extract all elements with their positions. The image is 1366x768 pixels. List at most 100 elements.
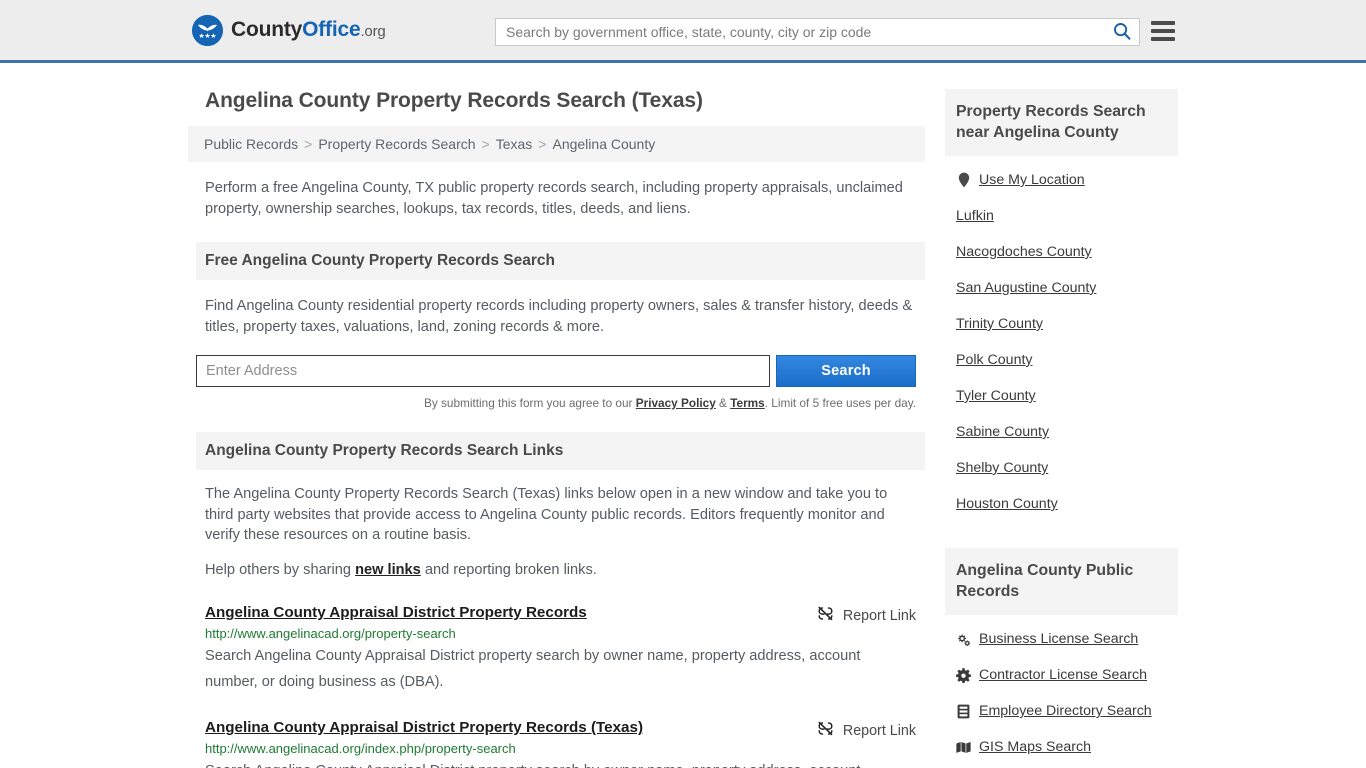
sidebar-item-polk-county[interactable]: Polk County (945, 342, 1178, 378)
free-search-description: Find Angelina County residential propert… (205, 298, 913, 335)
gear-icon (956, 667, 971, 683)
result-url[interactable]: http://www.angelinacad.org/property-sear… (205, 626, 916, 641)
global-search-bar[interactable] (495, 18, 1140, 46)
result-title-link[interactable]: Angelina County Appraisal District Prope… (205, 604, 805, 621)
site-logo[interactable]: CountyOffice.org (192, 14, 386, 46)
logo-word-office: Office (302, 18, 361, 41)
search-input[interactable] (496, 19, 1105, 45)
result-url[interactable]: http://www.angelinacad.org/index.php/pro… (205, 741, 916, 756)
privacy-policy-link[interactable]: Privacy Policy (636, 396, 716, 410)
free-search-section-header: Free Angelina County Property Records Se… (196, 242, 925, 280)
site-header: CountyOffice.org (0, 0, 1366, 63)
content-container: Angelina County Property Records Search … (188, 63, 1178, 768)
hamburger-bar (1151, 37, 1175, 41)
sidebar-item-shelby-county[interactable]: Shelby County (945, 450, 1178, 486)
sidebar-item-tyler-county[interactable]: Tyler County (945, 378, 1178, 414)
map-icon (956, 739, 971, 755)
sidebar-link[interactable]: Shelby County (956, 460, 1048, 476)
sidebar-link[interactable]: Houston County (956, 496, 1058, 512)
sidebar-public-records-box: Angelina County Public Records Business … (945, 548, 1178, 765)
sidebar-item-houston-county[interactable]: Houston County (945, 486, 1178, 522)
sidebar-item-employee-directory-search[interactable]: Employee Directory Search (945, 693, 1178, 729)
result-description: Search Angelina County Appraisal Distric… (205, 758, 895, 768)
sidebar-item-gis-maps-search[interactable]: GIS Maps Search (945, 729, 1178, 765)
search-icon (1113, 22, 1131, 43)
breadcrumb-separator: > (481, 136, 490, 152)
report-link-label: Report Link (842, 722, 916, 739)
logo-word-county: County (231, 18, 303, 41)
search-submit-button[interactable] (1105, 19, 1139, 45)
breadcrumb: Public Records > Property Records Search… (188, 126, 925, 162)
sidebar-item-sabine-county[interactable]: Sabine County (945, 414, 1178, 450)
report-link-label: Report Link (842, 607, 916, 624)
breadcrumb-separator: > (538, 136, 547, 152)
sidebar-link[interactable]: Employee Directory Search (979, 703, 1152, 719)
address-search-form: Search (196, 355, 925, 387)
sidebar-item-business-license-search[interactable]: Business License Search (945, 621, 1178, 657)
link-result-item: Angelina County Appraisal District Prope… (196, 604, 925, 695)
breadcrumb-item-angelina-county: Angelina County (552, 136, 656, 152)
sidebar-link[interactable]: Polk County (956, 352, 1033, 368)
address-search-button[interactable]: Search (776, 355, 916, 387)
sidebar-nearby-box: Property Records Search near Angelina Co… (945, 89, 1178, 522)
legal-suffix: . Limit of 5 free uses per day. (764, 396, 916, 410)
help-others-paragraph: Help others by sharing new links and rep… (196, 560, 925, 581)
sidebar-item-trinity-county[interactable]: Trinity County (945, 306, 1178, 342)
sidebar-item-use-my-location[interactable]: Use My Location (945, 162, 1178, 198)
broken-link-icon (817, 720, 834, 741)
help-prefix: Help others by sharing (205, 561, 356, 578)
sidebar-nearby-list: Use My Location Lufkin Nacogdoches Count… (945, 162, 1178, 522)
new-links-link[interactable]: new links (355, 562, 421, 578)
map-pin-icon (956, 172, 971, 188)
sidebar-link[interactable]: Use My Location (979, 172, 1085, 188)
eagle-stars-seal-icon (192, 14, 223, 46)
links-section-paragraph: The Angelina County Property Records Sea… (205, 486, 888, 543)
hamburger-menu-icon[interactable] (1151, 21, 1175, 41)
terms-link[interactable]: Terms (730, 396, 765, 410)
links-section-heading: Angelina County Property Records Search … (205, 442, 564, 459)
sidebar-link[interactable]: Contractor License Search (979, 667, 1147, 683)
report-link-button[interactable]: Report Link (817, 720, 916, 741)
sidebar-nearby-header: Property Records Search near Angelina Co… (945, 89, 1178, 156)
sidebar-link[interactable]: Tyler County (956, 388, 1036, 404)
breadcrumb-item-property-records-search[interactable]: Property Records Search (318, 136, 475, 152)
sidebar-link[interactable]: Business License Search (979, 631, 1138, 647)
sidebar-public-records-heading: Angelina County Public Records (956, 562, 1134, 600)
hamburger-bar (1151, 29, 1175, 33)
breadcrumb-separator: > (304, 136, 313, 152)
address-input[interactable] (196, 355, 771, 387)
breadcrumb-item-public-records[interactable]: Public Records (204, 136, 298, 152)
sidebar-link[interactable]: Lufkin (956, 208, 994, 224)
report-link-button[interactable]: Report Link (817, 605, 916, 626)
sidebar-link[interactable]: San Augustine County (956, 280, 1096, 296)
sidebar-item-contractor-license-search[interactable]: Contractor License Search (945, 657, 1178, 693)
broken-link-icon (817, 605, 834, 626)
sidebar-item-nacogdoches-county[interactable]: Nacogdoches County (945, 234, 1178, 270)
gears-icon (956, 631, 971, 647)
sidebar-link[interactable]: Trinity County (956, 316, 1043, 332)
sidebar-link[interactable]: GIS Maps Search (979, 739, 1091, 755)
intro-paragraph: Perform a free Angelina County, TX publi… (205, 180, 903, 217)
logo-word-org: .org (360, 23, 386, 40)
free-search-heading: Free Angelina County Property Records Se… (205, 252, 555, 269)
page-title: Angelina County Property Records Search … (205, 89, 703, 112)
sidebar-public-records-header: Angelina County Public Records (945, 548, 1178, 615)
sidebar-nearby-heading: Property Records Search near Angelina Co… (956, 103, 1146, 141)
sidebar-link[interactable]: Nacogdoches County (956, 244, 1092, 260)
legal-prefix: By submitting this form you agree to our (423, 396, 636, 410)
sidebar: Property Records Search near Angelina Co… (945, 63, 1178, 765)
result-title-link[interactable]: Angelina County Appraisal District Prope… (205, 719, 805, 736)
sidebar-item-san-augustine-county[interactable]: San Augustine County (945, 270, 1178, 306)
help-suffix: and reporting broken links. (420, 561, 597, 578)
form-legal-text: By submitting this form you agree to our… (188, 396, 916, 410)
sidebar-link[interactable]: Sabine County (956, 424, 1049, 440)
sidebar-item-lufkin[interactable]: Lufkin (945, 198, 1178, 234)
links-section-header: Angelina County Property Records Search … (196, 432, 925, 470)
breadcrumb-item-texas[interactable]: Texas (496, 136, 533, 152)
page-body: Angelina County Property Records Search … (0, 63, 1366, 768)
logo-wordmark: CountyOffice.org (231, 18, 386, 42)
legal-amp: & (715, 396, 731, 410)
link-result-item: Angelina County Appraisal District Prope… (196, 719, 925, 768)
hamburger-bar (1151, 21, 1175, 25)
list-card-icon (956, 703, 971, 719)
